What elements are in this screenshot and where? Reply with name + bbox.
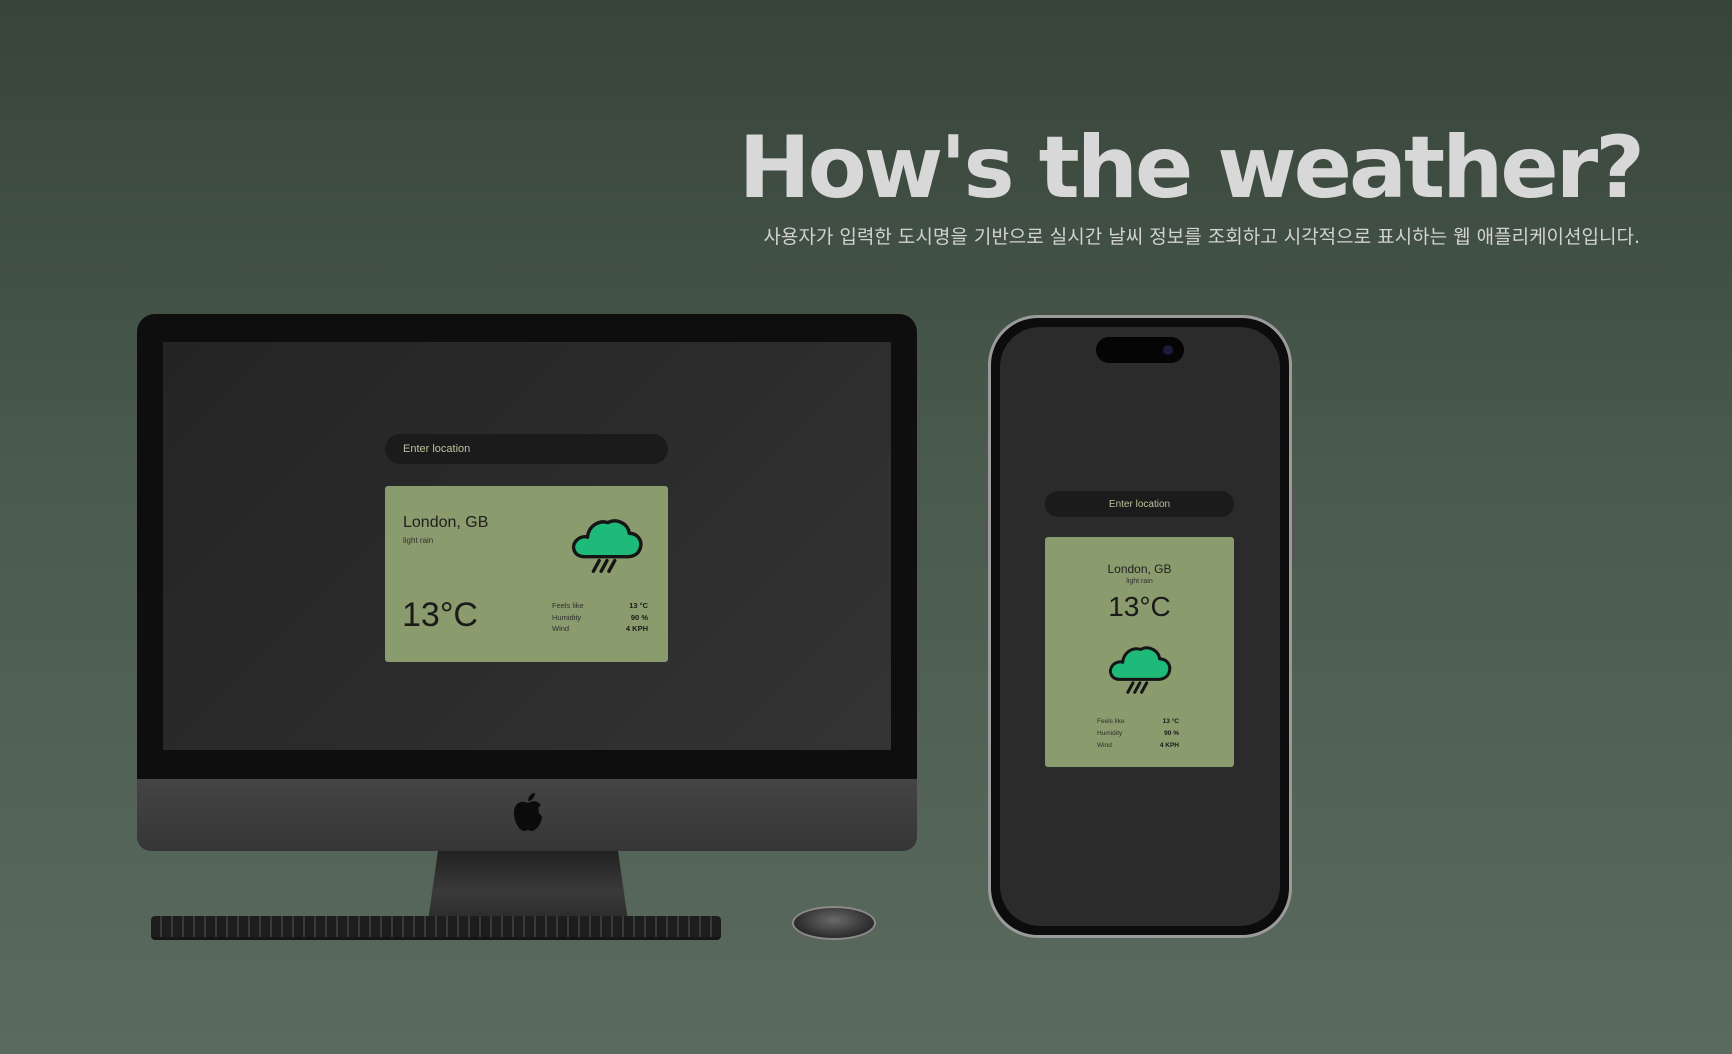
detail-row-wind: Wind 4 KPH [1097, 740, 1179, 752]
temperature: 13°C [402, 596, 478, 634]
city-name: London, GB [403, 514, 489, 531]
detail-row-feels-like: Feels like 13 °C [1097, 716, 1179, 728]
location-search-input-mobile[interactable] [1045, 491, 1234, 517]
mouse [792, 906, 876, 940]
page-subtitle: 사용자가 입력한 도시명을 기반으로 실시간 날씨 정보를 조회하고 시각적으로… [763, 226, 1640, 248]
imac-stand [428, 851, 628, 921]
weather-details: Feels like 13 °C Humidity 90 % Wind 4 KP… [552, 600, 648, 635]
location-search-input-desktop[interactable] [385, 434, 668, 464]
weather-condition: light rain [1126, 578, 1153, 585]
weather-card-mobile: London, GB light rain 13°C Feels like 13… [1045, 537, 1234, 767]
detail-value: 13 °C [629, 601, 648, 610]
weather-condition: light rain [403, 536, 434, 545]
detail-label: Feels like [552, 601, 584, 610]
rain-cloud-icon [1109, 646, 1172, 694]
weather-details: Feels like 13 °C Humidity 90 % Wind 4 KP… [1097, 716, 1179, 752]
detail-label: Humidity [1097, 730, 1123, 737]
detail-row-feels-like: Feels like 13 °C [552, 600, 648, 612]
detail-value: 90 % [1164, 730, 1179, 737]
detail-value: 4 KPH [1159, 742, 1179, 749]
page-title: How's the weather? [738, 118, 1645, 218]
detail-row-humidity: Humidity 90 % [552, 612, 648, 624]
detail-value: 90 % [630, 612, 648, 622]
detail-label: Wind [552, 624, 570, 633]
temperature: 13°C [1108, 591, 1171, 622]
detail-label: Wind [1097, 742, 1112, 749]
camera-icon [1163, 345, 1173, 355]
rain-cloud-icon [572, 519, 643, 573]
city-name: London, GB [1107, 562, 1172, 576]
keyboard [151, 916, 721, 940]
detail-label: Feels like [1097, 718, 1125, 725]
weather-card-desktop: London, GB light rain 13°C Feels like 13… [385, 486, 668, 662]
detail-row-humidity: Humidity 90 % [1097, 728, 1179, 740]
detail-label: Humidity [552, 612, 582, 622]
detail-value: 13 °C [1162, 718, 1179, 725]
apple-logo-icon [514, 793, 542, 831]
detail-row-wind: Wind 4 KPH [552, 623, 648, 635]
detail-value: 4 KPH [625, 624, 648, 633]
